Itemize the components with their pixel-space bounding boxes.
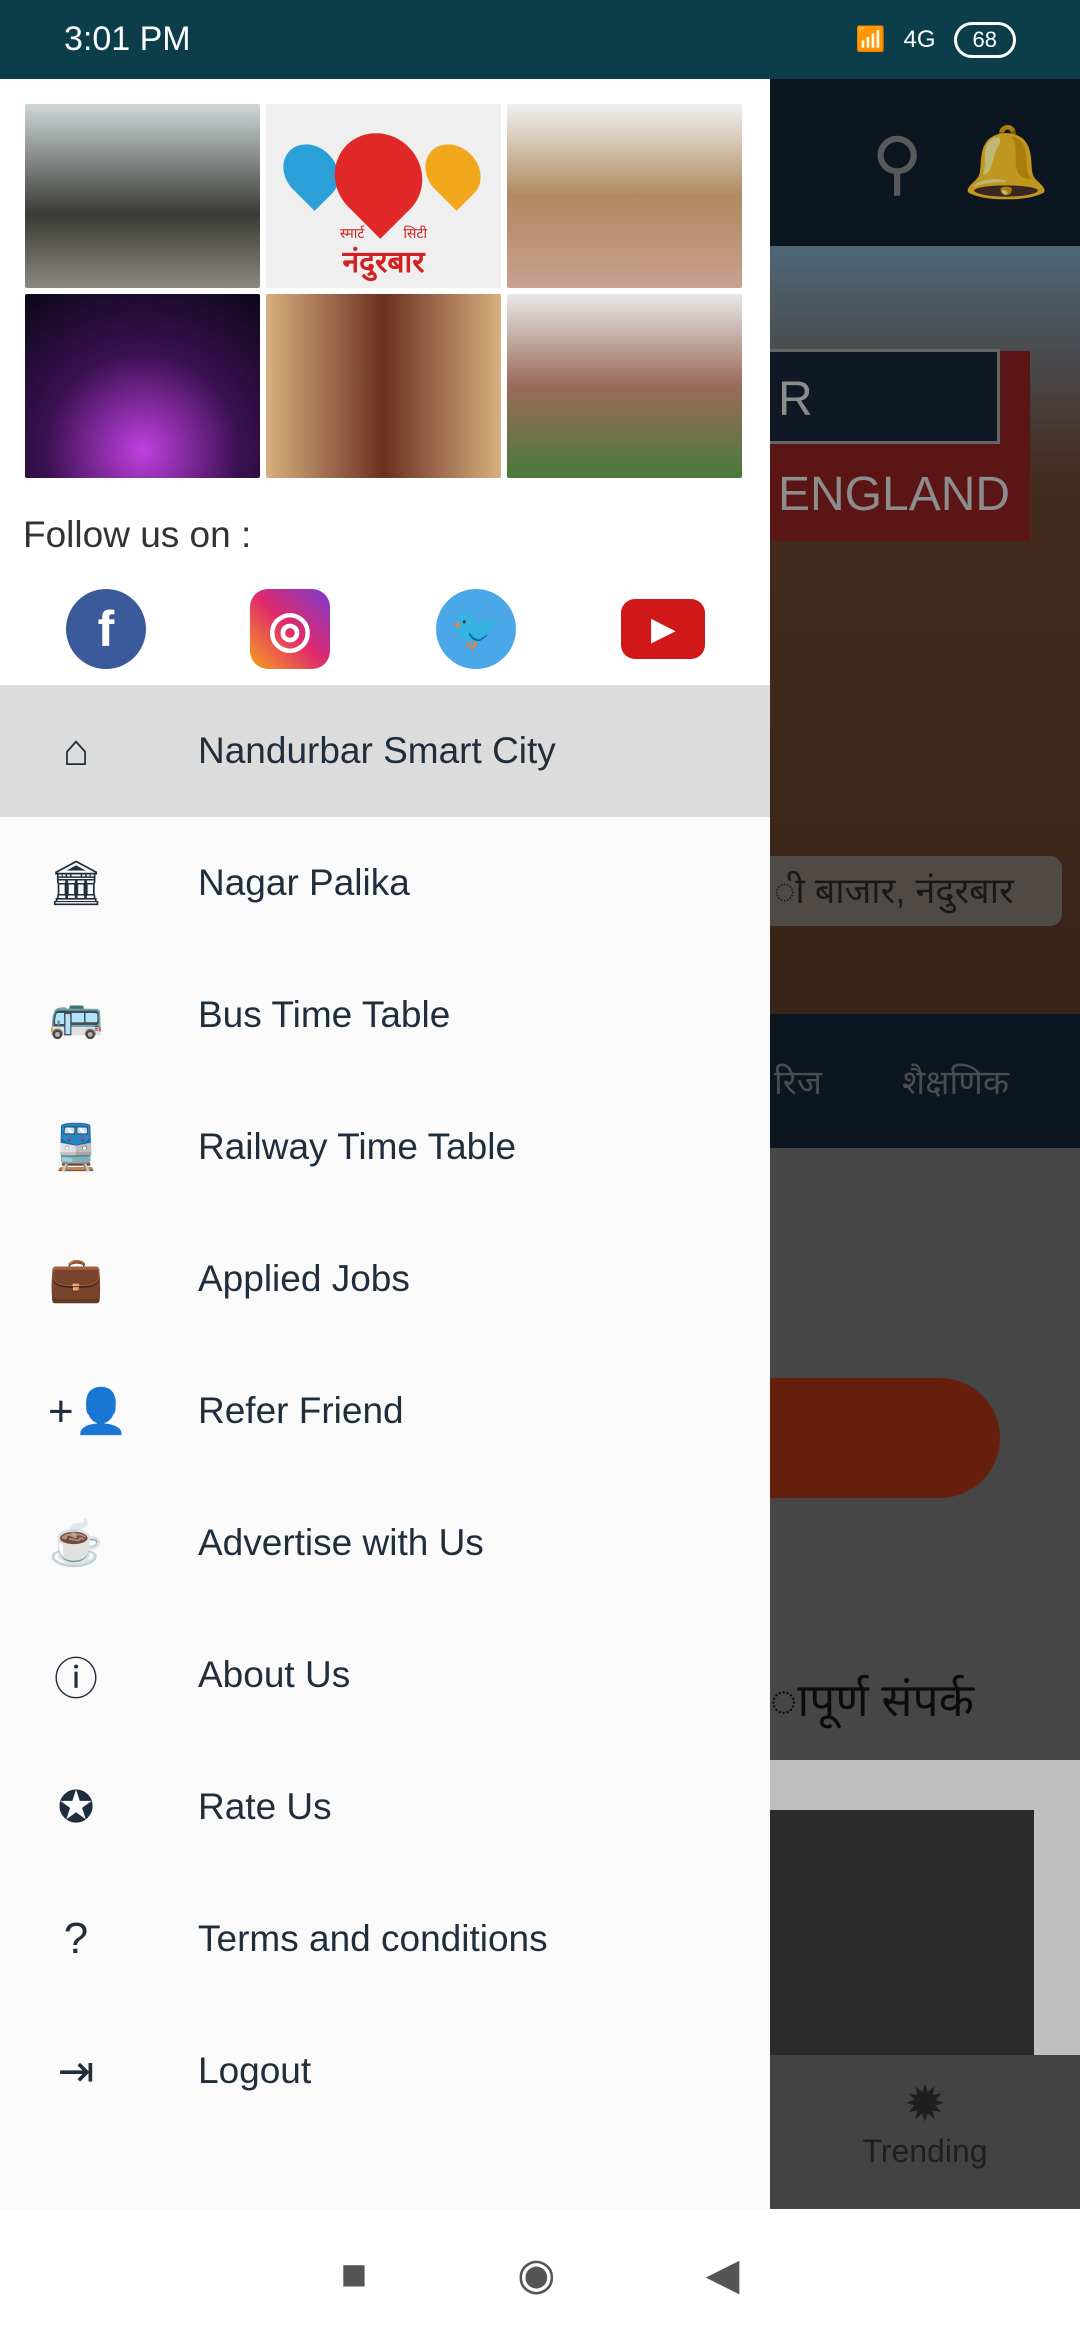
menu-label: Railway Time Table xyxy=(198,1126,517,1167)
menu-label: Logout xyxy=(198,2050,312,2091)
menu-label: Nandurbar Smart City xyxy=(198,730,556,771)
smart-city-logo: स्मार्ट सिटी नंदुरबार xyxy=(266,104,501,288)
menu-label: Nagar Palika xyxy=(198,862,410,903)
menu-item-refer-friend[interactable]: +👤 Refer Friend xyxy=(0,1345,770,1477)
city-image-collage: स्मार्ट सिटी नंदुरबार xyxy=(25,104,742,478)
menu-item-advertise[interactable]: ☕ Advertise with Us xyxy=(0,1477,770,1609)
menu-item-terms[interactable]: ? Terms and conditions xyxy=(0,1873,770,2005)
train-icon: 🚆 xyxy=(48,1123,104,1172)
bus-icon: 🚌 xyxy=(48,991,104,1040)
menu-item-logout[interactable]: ⇥ Logout xyxy=(0,2005,770,2137)
network-type: 4G xyxy=(903,25,936,53)
clock: 3:01 PM xyxy=(64,20,191,58)
briefcase-icon: 💼 xyxy=(48,1255,104,1304)
logout-icon: ⇥ xyxy=(57,2046,95,2096)
recents-button[interactable]: ■ xyxy=(341,2250,368,2300)
menu-label: Rate Us xyxy=(198,1786,332,1827)
cyclist-statue-image xyxy=(507,104,742,288)
info-icon: ⓘ xyxy=(54,1655,98,1704)
logo-text: नंदुरबार xyxy=(342,246,425,279)
wifi-icon: 📶 xyxy=(855,26,886,53)
home-button[interactable]: ◉ xyxy=(517,2249,555,2300)
status-bar: 3:01 PM 📶 4G 68 xyxy=(0,0,1080,79)
drawer-header: स्मार्ट सिटी नंदुरबार Follow us on : f ◎… xyxy=(0,79,770,685)
drawer-menu: ⌂ Nandurbar Smart City 🏛 Nagar Palika 🚌 Bus… xyxy=(0,685,770,2137)
star-icon: ✪ xyxy=(57,1782,95,1832)
menu-item-bus-time-table[interactable]: 🚌 Bus Time Table xyxy=(0,949,770,1081)
menu-item-nagar-palika[interactable]: 🏛 Nagar Palika xyxy=(0,817,770,949)
horse-statue-image xyxy=(266,294,501,478)
youtube-icon[interactable]: ▶ xyxy=(621,599,705,659)
leader-statue-image xyxy=(507,294,742,478)
menu-label: About Us xyxy=(198,1654,351,1695)
follow-us-label: Follow us on : xyxy=(23,514,252,555)
twitter-icon[interactable]: 🐦 xyxy=(436,589,516,669)
help-icon: ? xyxy=(63,1914,89,1963)
drawer-scrim[interactable] xyxy=(770,79,1080,2209)
menu-label: Refer Friend xyxy=(198,1390,404,1431)
menu-item-rate-us[interactable]: ✪ Rate Us xyxy=(0,1741,770,1873)
menu-item-about-us[interactable]: ⓘ About Us xyxy=(0,1609,770,1741)
menu-label: Terms and conditions xyxy=(198,1918,548,1959)
instagram-icon[interactable]: ◎ xyxy=(250,589,330,669)
logo-sub-right: सिटी xyxy=(403,225,428,241)
home-icon: ⌂ xyxy=(62,726,90,775)
menu-label: Advertise with Us xyxy=(198,1522,484,1563)
lion-sculpture-image xyxy=(25,104,260,288)
bank-icon: 🏛 xyxy=(48,859,104,908)
facebook-icon[interactable]: f xyxy=(66,589,146,669)
menu-label: Applied Jobs xyxy=(198,1258,410,1299)
cup-icon: ☕ xyxy=(48,1519,104,1568)
navigation-drawer: स्मार्ट सिटी नंदुरबार Follow us on : f ◎… xyxy=(0,79,770,2209)
menu-item-applied-jobs[interactable]: 💼 Applied Jobs xyxy=(0,1213,770,1345)
battery-level: 68 xyxy=(953,21,1016,58)
menu-item-nandurbar-smart-city[interactable]: ⌂ Nandurbar Smart City xyxy=(0,685,770,817)
menu-label: Bus Time Table xyxy=(198,994,451,1035)
back-button[interactable]: ◀ xyxy=(706,2249,740,2300)
system-nav-bar: ■ ◉ ◀ xyxy=(0,2209,1080,2340)
light-tree-image xyxy=(25,294,260,478)
add-person-icon: +👤 xyxy=(48,1387,129,1436)
logo-sub-left: स्मार्ट xyxy=(339,225,365,241)
menu-item-railway-time-table[interactable]: 🚆 Railway Time Table xyxy=(0,1081,770,1213)
